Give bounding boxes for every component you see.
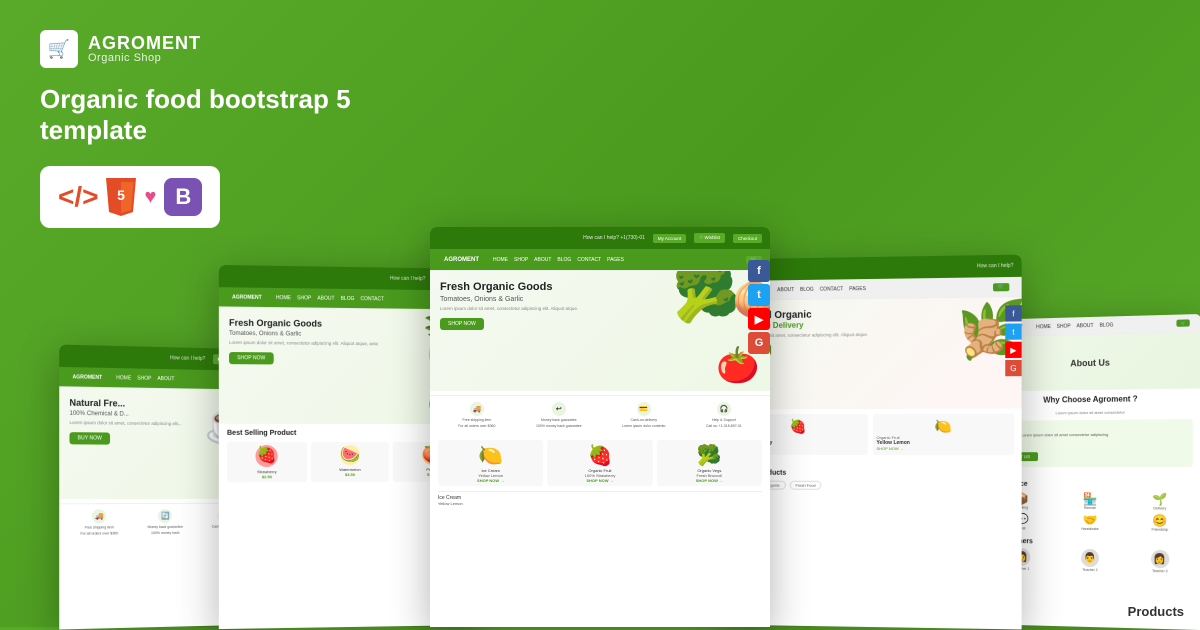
page-container: 🛒 AGROMENT Organic Shop Organic food boo… bbox=[0, 0, 1200, 627]
card3-social-sidebar: f t ▶ G bbox=[748, 260, 770, 354]
html5-icon: </> bbox=[58, 181, 98, 213]
filter-tabs: Products Organic Fresh Food bbox=[729, 481, 1014, 491]
card3-hero: Fresh Organic Goods Tomatoes, Onions & G… bbox=[430, 271, 770, 391]
product-grid-3: 🍋 Ice Cream Yellow Lemon SHOP NOW → 🍓 Or… bbox=[438, 440, 762, 486]
svg-text:5: 5 bbox=[118, 187, 126, 203]
filter-tab-fresh[interactable]: Fresh Food bbox=[790, 481, 822, 490]
product-item: 🍓 Strawberry $2.50 bbox=[227, 442, 307, 482]
card3-products: 🍋 Ice Cream Yellow Lemon SHOP NOW → 🍓 Or… bbox=[430, 434, 770, 515]
product-item: 🥦 Organic Vegs Fresh Broccoli SHOP NOW → bbox=[657, 440, 762, 486]
card4-social: f t ▶ G bbox=[1005, 305, 1021, 376]
screenshot-card-3: How can I help? +1(730)-01 My Account ♡ … bbox=[430, 227, 770, 627]
spice-deco: 🫚 bbox=[962, 318, 1006, 360]
html5-svg-icon: 5 bbox=[106, 178, 136, 216]
brand-tagline: Organic Shop bbox=[88, 52, 201, 64]
youtube-btn[interactable]: ▶ bbox=[748, 308, 770, 330]
facebook-btn[interactable]: f bbox=[748, 260, 770, 282]
card3-content: Fresh Organic Goods Tomatoes, Onions & G… bbox=[430, 271, 770, 627]
brand-text: AGROMENT Organic Shop bbox=[88, 34, 201, 64]
brand-logo: 🛒 AGROMENT Organic Shop bbox=[40, 30, 380, 68]
twitter-btn[interactable]: t bbox=[748, 284, 770, 306]
brand-icon: 🛒 bbox=[40, 30, 78, 68]
product-item: 🍋 Ice Cream Yellow Lemon SHOP NOW → bbox=[438, 440, 543, 486]
card3-topbar: How can I help? +1(730)-01 My Account ♡ … bbox=[430, 227, 770, 249]
products-tab[interactable]: Products bbox=[1112, 596, 1200, 627]
main-heading: Organic food bootstrap 5 template bbox=[40, 84, 380, 146]
cart-icon: 🛒 bbox=[48, 39, 70, 60]
tech-badges: </> 5 ♥ B bbox=[40, 166, 380, 228]
card3-nav: AGROMENT HOME SHOP ABOUT BLOG CONTACT PA… bbox=[430, 249, 770, 271]
bootstrap-icon: B bbox=[164, 178, 202, 216]
googleplus-btn[interactable]: G bbox=[748, 332, 770, 354]
product-item: 🍉 Watermelon $3.50 bbox=[311, 442, 389, 482]
product-item: 🍓 Organic Fruit 100% Strawberry SHOP NOW… bbox=[547, 440, 652, 486]
heart-icon: ♥ bbox=[144, 186, 156, 209]
brand-name: AGROMENT bbox=[88, 34, 201, 52]
card3-features: 🚚 Free shipping item For all orders over… bbox=[430, 395, 770, 434]
html5-badge: </> 5 ♥ B bbox=[40, 166, 220, 228]
